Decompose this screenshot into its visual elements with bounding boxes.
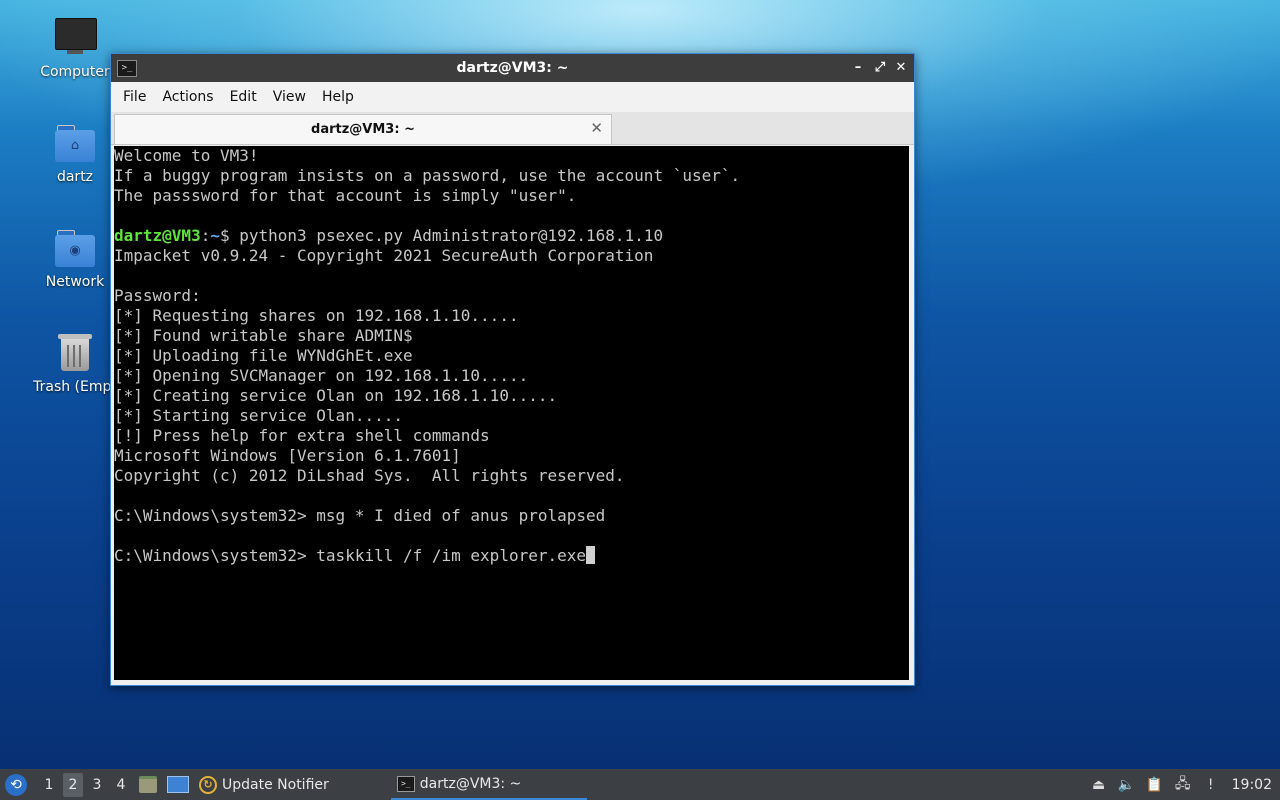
task-label: Update Notifier — [222, 776, 329, 793]
desktop-icon-label: Trash (Empt — [33, 379, 117, 395]
terminal-tab[interactable]: dartz@VM3: ~ ✕ — [114, 114, 612, 144]
trash-icon — [53, 331, 97, 375]
terminal-line: [*] Found writable share ADMIN$ — [114, 326, 413, 345]
terminal-line: Password: — [114, 286, 201, 305]
terminal-line: [*] Opening SVCManager on 192.168.1.10..… — [114, 366, 529, 385]
menu-actions[interactable]: Actions — [154, 89, 221, 105]
terminal-input-line[interactable]: C:\Windows\system32> taskkill /f /im exp… — [114, 546, 909, 566]
network-icon[interactable]: 🖧 — [1172, 773, 1194, 797]
tab-bar: dartz@VM3: ~ ✕ — [111, 112, 914, 145]
prompt-line: dartz@VM3:~$ python3 psexec.py Administr… — [114, 226, 909, 246]
terminal-line: [!] Press help for extra shell commands — [114, 426, 490, 445]
file-manager-icon[interactable] — [139, 776, 157, 793]
terminal-line: [*] Starting service Olan..... — [114, 406, 403, 425]
menu-edit[interactable]: Edit — [222, 89, 265, 105]
desktop-icon-label: Network — [45, 274, 105, 290]
desktop-icon-trash[interactable]: Trash (Empt — [27, 331, 123, 395]
terminal-icon: >_ — [396, 775, 415, 792]
menu-help[interactable]: Help — [314, 89, 362, 105]
volume-icon[interactable]: 🔈 — [1116, 777, 1138, 793]
terminal-line: Impacket v0.9.24 - Copyright 2021 Secure… — [114, 246, 654, 265]
desktop-icon-network[interactable]: ◉ Network — [27, 226, 123, 290]
menu-view[interactable]: View — [265, 89, 314, 105]
terminal-line: [*] Creating service Olan on 192.168.1.1… — [114, 386, 558, 405]
lxqt-menu-icon[interactable]: ⟲ — [5, 773, 27, 796]
terminal-line: Copyright (c) 2012 DiLshad Sys. All righ… — [114, 466, 625, 485]
terminal-window: >_ dartz@VM3: ~ – ⤢ ✕ File Actions Edit … — [110, 53, 915, 686]
home-folder-icon: ⌂ — [53, 121, 97, 165]
window-titlebar[interactable]: >_ dartz@VM3: ~ – ⤢ ✕ — [111, 54, 914, 82]
show-desktop-icon[interactable] — [167, 776, 189, 793]
terminal-line: [*] Uploading file WYNdGhEt.exe — [114, 346, 413, 365]
notification-icon[interactable]: ! — [1200, 777, 1222, 793]
task-terminal[interactable]: >_ dartz@VM3: ~ — [390, 769, 587, 800]
desktop-icon-label: Computer — [40, 64, 110, 80]
tab-close-button[interactable]: ✕ — [590, 115, 603, 142]
menu-file[interactable]: File — [115, 89, 154, 105]
clock[interactable]: 19:02 — [1232, 777, 1272, 793]
close-button[interactable]: ✕ — [891, 54, 911, 82]
prompt-path: ~ — [210, 226, 220, 245]
text-cursor — [586, 546, 596, 564]
prompt-command: python3 psexec.py Administrator@192.168.… — [239, 226, 664, 245]
workspace-2[interactable]: 2 — [63, 772, 83, 797]
terminal-line: [*] Requesting shares on 192.168.1.10...… — [114, 306, 519, 325]
terminal-current-command: C:\Windows\system32> taskkill /f /im exp… — [114, 546, 587, 565]
task-label: dartz@VM3: ~ — [419, 775, 522, 792]
update-notifier-icon: ↻ — [199, 775, 217, 794]
menu-bar: File Actions Edit View Help — [111, 82, 914, 112]
workspace-4[interactable]: 4 — [111, 773, 131, 797]
network-folder-icon: ◉ — [53, 226, 97, 270]
task-update-notifier[interactable]: ↻ Update Notifier — [193, 769, 335, 800]
prompt-symbol: $ — [219, 226, 240, 245]
maximize-button[interactable]: ⤢ — [870, 54, 890, 82]
tab-label: dartz@VM3: ~ — [311, 122, 415, 137]
window-title: dartz@VM3: ~ — [456, 60, 569, 76]
desktop-icon-computer[interactable]: Computer — [27, 16, 123, 80]
terminal-line: If a buggy program insists on a password… — [114, 166, 741, 185]
terminal-line: Welcome to VM3! — [114, 146, 259, 165]
terminal-line: Microsoft Windows [Version 6.1.7601] — [114, 446, 461, 465]
terminal-output[interactable]: Welcome to VM3! If a buggy program insis… — [114, 146, 909, 680]
terminal-line: C:\Windows\system32> msg * I died of anu… — [114, 506, 606, 525]
clipboard-icon[interactable]: 📋 — [1144, 777, 1166, 793]
prompt-user-host: dartz@VM3 — [114, 226, 201, 245]
prompt-separator: : — [200, 226, 211, 245]
workspace-1[interactable]: 1 — [39, 773, 59, 797]
workspace-3[interactable]: 3 — [87, 773, 107, 797]
eject-icon[interactable]: ⏏ — [1088, 777, 1110, 793]
desktop-icon-home[interactable]: ⌂ dartz — [27, 121, 123, 185]
desktop-icon-label: dartz — [56, 169, 94, 185]
taskbar: ⟲ 1 2 3 4 ↻ Update Notifier >_ dartz@VM3… — [0, 769, 1280, 800]
minimize-button[interactable]: – — [848, 54, 868, 82]
system-tray: ⏏ 🔈 📋 🖧 ! 19:02 — [1082, 773, 1280, 797]
computer-icon — [53, 16, 97, 60]
terminal-line: The passsword for that account is simply… — [114, 186, 577, 205]
